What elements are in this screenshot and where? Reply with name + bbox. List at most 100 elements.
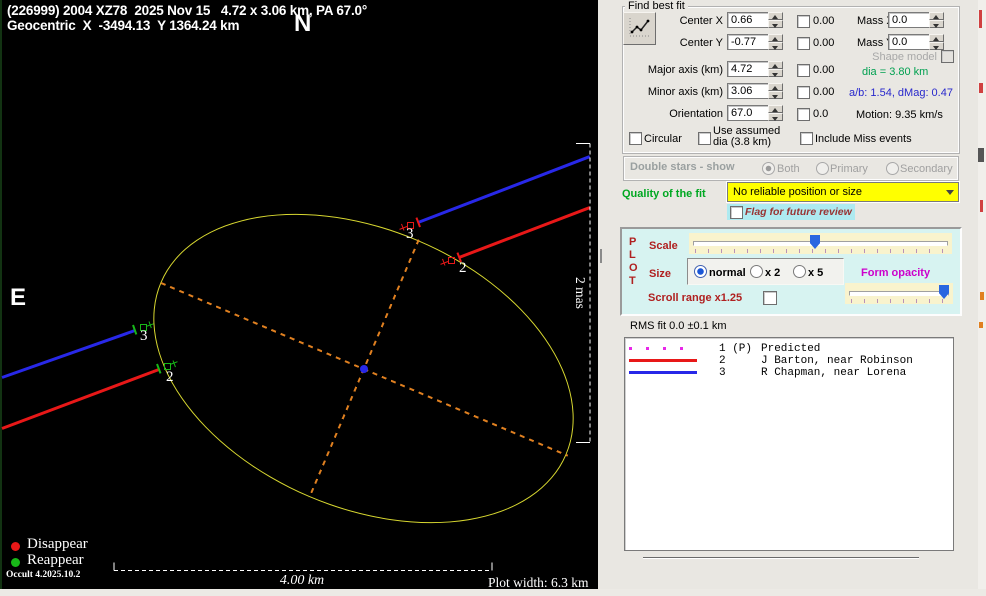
center-x-input[interactable]: 0.66	[727, 12, 771, 28]
slider-groove	[849, 291, 949, 296]
legend-num: 3	[719, 367, 726, 379]
size-x5-label: x 5	[808, 267, 823, 279]
occult-window: 3322 (226999) 2004 XZ78 2025 Nov 15 4.72…	[0, 0, 986, 596]
spin-up-icon[interactable]	[768, 12, 783, 20]
mass-x-input[interactable]: 0.0	[888, 12, 932, 28]
axis-ratio-label: a/b: 1.54, dMag: 0.47	[849, 87, 953, 99]
control-panel: Find best fit Center X 0.66 0.00 Mass X …	[598, 0, 978, 596]
spin-down-icon[interactable]	[768, 91, 783, 99]
strip-artifact	[980, 292, 984, 300]
spin-up-icon[interactable]	[929, 34, 944, 42]
minor-axis-lock-checkbox[interactable]	[797, 86, 810, 99]
include-miss-checkbox[interactable]	[800, 132, 813, 145]
flag-checkbox[interactable]	[730, 206, 743, 219]
reappear-label: Reappear	[27, 552, 84, 569]
strip-artifact	[979, 83, 983, 93]
chord-2-segment	[458, 206, 590, 259]
size-x2-radio[interactable]	[750, 265, 763, 278]
minor-axis-input[interactable]: 3.06	[727, 83, 771, 99]
double-stars-secondary-radio[interactable]	[886, 162, 899, 175]
scale-slider-thumb[interactable]	[810, 235, 820, 249]
size-x5-radio[interactable]	[793, 265, 806, 278]
orientation-input[interactable]: 67.0	[727, 105, 771, 121]
mass-y-spinner[interactable]	[929, 34, 944, 50]
legend-row[interactable]: 2 J Barton, near Robinson	[625, 350, 953, 362]
size-label: Size	[649, 268, 671, 280]
double-stars-primary-radio[interactable]	[816, 162, 829, 175]
rms-label: RMS fit 0.0 ±0.1 km	[630, 320, 727, 332]
orientation-spinner[interactable]	[768, 105, 783, 121]
orientation-err: 0.0	[813, 108, 828, 120]
legend-row[interactable]: 3 R Chapman, near Lorena	[625, 362, 953, 374]
blue-line-swatch	[629, 371, 697, 374]
major-axis-input[interactable]: 4.72	[727, 61, 771, 77]
major-axis-spinner[interactable]	[768, 61, 783, 77]
scale-label: Scale	[649, 240, 678, 252]
scroll-range-checkbox[interactable]	[763, 291, 777, 305]
opacity-slider-thumb[interactable]	[939, 285, 949, 299]
size-options-box: normal x 2 x 5	[687, 258, 844, 285]
major-axis-err: 0.00	[813, 64, 834, 76]
reappear-marker-tick	[156, 364, 161, 374]
strip-artifact	[979, 10, 982, 28]
use-assumed-label: Use assumed dia (3.8 km)	[713, 126, 780, 148]
km-scalebar-tick	[114, 562, 115, 570]
spin-down-icon[interactable]	[768, 69, 783, 77]
major-axis-label: Major axis (km)	[627, 64, 723, 76]
spin-up-icon[interactable]	[768, 34, 783, 42]
splitter-handle[interactable]	[600, 249, 602, 263]
strip-artifact	[978, 148, 984, 162]
use-assumed-checkbox[interactable]	[698, 132, 711, 145]
opacity-slider[interactable]	[845, 283, 953, 304]
quality-combo[interactable]: No reliable position or size	[727, 182, 959, 202]
plot-letter-o: O	[629, 262, 638, 274]
size-x2-label: x 2	[765, 267, 780, 279]
orientation-lock-checkbox[interactable]	[797, 108, 810, 121]
find-best-fit-title: Find best fit	[625, 0, 688, 12]
spin-down-icon[interactable]	[929, 20, 944, 28]
spin-up-icon[interactable]	[768, 61, 783, 69]
include-miss-label: Include Miss events	[815, 133, 912, 145]
east-label: E	[10, 284, 26, 312]
double-stars-both-radio[interactable]	[762, 162, 775, 175]
mass-y-input[interactable]: 0.0	[888, 34, 932, 50]
mas-scalebar	[590, 143, 591, 442]
center-x-label: Center X	[627, 15, 723, 27]
center-x-err: 0.00	[813, 15, 834, 27]
center-x-spinner[interactable]	[768, 12, 783, 28]
legend-name: R Chapman, near Lorena	[761, 367, 906, 379]
shape-model-checkbox[interactable]	[941, 50, 954, 63]
disappear-label: Disappear	[27, 536, 88, 553]
center-y-label: Center Y	[627, 37, 723, 49]
flag-label: Flag for future review	[745, 206, 852, 218]
center-y-spinner[interactable]	[768, 34, 783, 50]
mass-x-spinner[interactable]	[929, 12, 944, 28]
north-label: N	[294, 10, 311, 38]
circular-label: Circular	[644, 133, 682, 145]
occultation-plot[interactable]: 3322 (226999) 2004 XZ78 2025 Nov 15 4.72…	[0, 0, 600, 589]
plot-title-line2: Geocentric X -3494.13 Y 1364.24 km	[7, 18, 239, 33]
slider-groove	[693, 241, 948, 246]
size-normal-label: normal	[709, 267, 746, 279]
legend-row[interactable]: 1 (P) Predicted	[625, 338, 953, 350]
plot-title-line1: (226999) 2004 XZ78 2025 Nov 15 4.72 x 3.…	[7, 3, 367, 18]
minor-axis-spinner[interactable]	[768, 83, 783, 99]
center-x-lock-checkbox[interactable]	[797, 15, 810, 28]
spin-up-icon[interactable]	[768, 83, 783, 91]
spin-up-icon[interactable]	[929, 12, 944, 20]
spin-down-icon[interactable]	[929, 42, 944, 50]
spin-down-icon[interactable]	[768, 113, 783, 121]
quality-combo-value: No reliable position or size	[733, 186, 862, 198]
spin-down-icon[interactable]	[768, 20, 783, 28]
circular-checkbox[interactable]	[629, 132, 642, 145]
center-y-input[interactable]: -0.77	[727, 34, 771, 50]
center-y-lock-checkbox[interactable]	[797, 37, 810, 50]
scale-slider[interactable]	[689, 233, 952, 254]
spin-down-icon[interactable]	[768, 42, 783, 50]
chord-number-label: 3	[140, 328, 148, 345]
size-normal-radio[interactable]	[694, 265, 707, 278]
spin-up-icon[interactable]	[768, 105, 783, 113]
panel-divider	[643, 557, 919, 559]
chord-3-segment	[2, 329, 136, 379]
major-axis-lock-checkbox[interactable]	[797, 64, 810, 77]
